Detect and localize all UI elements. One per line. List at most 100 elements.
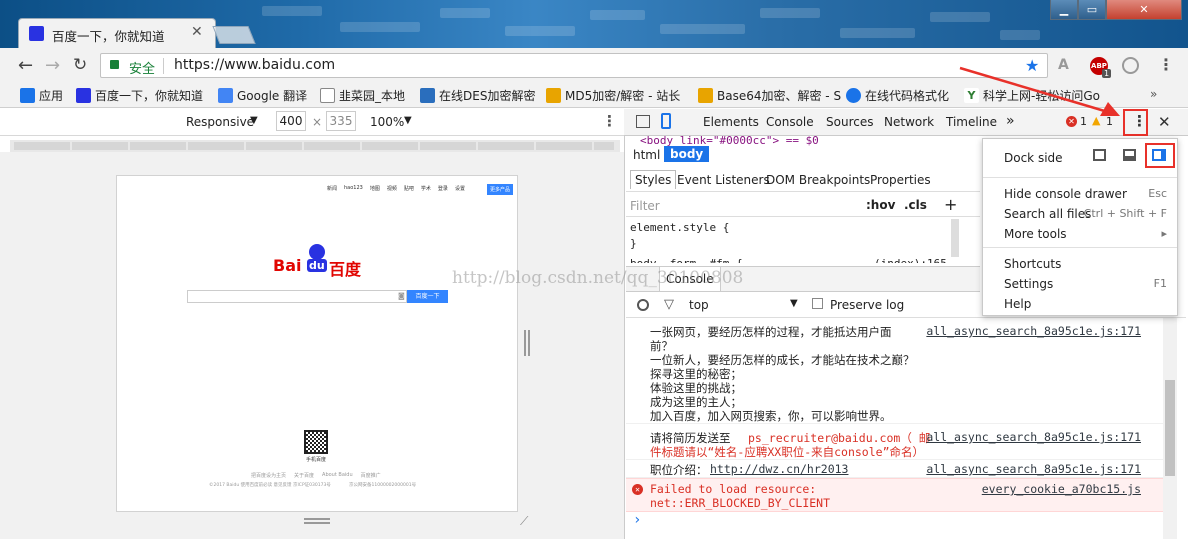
bookmark-item[interactable]: 在线DES加密解密 (420, 82, 535, 108)
footer-link[interactable]: About Baidu (322, 472, 353, 479)
baidu-footer-links: 把百度设为主页 关于百度 About Baidu 百度推广 (251, 472, 381, 479)
new-rule-button[interactable]: + (944, 195, 957, 214)
message-source-link[interactable]: every_cookie_a70bc15.js (982, 482, 1141, 496)
devtools-menu-icon[interactable]: ⋮ (1132, 112, 1147, 130)
footer-link[interactable]: 百度推广 (361, 472, 381, 479)
security-label: 安全 (129, 62, 156, 77)
filter-icon[interactable]: ▽ (664, 297, 674, 312)
device-toggle-icon[interactable] (661, 113, 671, 129)
baidu-nav-link[interactable]: 登录 (438, 185, 448, 192)
baidu-nav-link[interactable]: hao123 (344, 185, 363, 192)
resize-corner-icon[interactable]: ⟋ (520, 514, 528, 529)
apps-grid-icon (20, 87, 35, 103)
chevron-down-icon: ▼ (404, 115, 412, 126)
baidu-nav-link[interactable]: 设置 (455, 185, 465, 192)
bookmark-item[interactable]: 在线代码格式化 (846, 82, 949, 108)
styles-scrollbar[interactable] (951, 219, 959, 257)
address-bar[interactable]: 安全 https://www.baidu.com ★ (100, 53, 1048, 78)
media-query-bars[interactable] (10, 140, 620, 152)
back-arrow-icon[interactable]: ← (18, 55, 33, 76)
minimize-button[interactable]: ▁ (1050, 0, 1078, 20)
partial-style-rule[interactable]: body, form, #fm { (630, 257, 743, 263)
dock-right-icon[interactable] (1152, 149, 1166, 161)
baidu-search-button[interactable]: 百度一下 (407, 290, 448, 303)
close-devtools-icon[interactable]: ✕ (1158, 113, 1171, 131)
baidu-nav-link[interactable]: 视频 (387, 185, 397, 192)
bookmark-item[interactable]: MD5加密/解密 - 站长 (546, 82, 680, 108)
tab-elements[interactable]: Elements (703, 115, 759, 129)
blog-watermark: http://blog.csdn.net/qq_30100808 (452, 268, 744, 288)
device-width-input[interactable]: 400 (276, 111, 306, 131)
baidu-nav-link[interactable]: 地图 (370, 185, 380, 192)
media-query-bar[interactable] (14, 142, 614, 150)
device-more-icon[interactable]: ⋮ (602, 112, 617, 130)
baidu-nav-link[interactable]: 贴吧 (404, 185, 414, 192)
preserve-log-checkbox[interactable] (812, 298, 823, 309)
bookmarks-overflow-icon[interactable]: » (1150, 87, 1157, 101)
bookmark-item[interactable]: 韭菜园_本地 (320, 82, 405, 108)
device-height-input[interactable]: 335 (326, 111, 356, 131)
scrollbar-thumb[interactable] (1165, 380, 1175, 476)
baidu-nav-link[interactable]: 新闻 (327, 185, 337, 192)
baidu-search-input[interactable]: ◙ (187, 290, 407, 303)
more-products-button[interactable]: 更多产品 (487, 184, 514, 195)
footer-link[interactable]: 关于百度 (294, 472, 314, 479)
tab-console[interactable]: Console (766, 115, 814, 129)
class-toggle-button[interactable]: .cls (904, 198, 927, 212)
maximize-button[interactable]: ▭ (1078, 0, 1106, 20)
console-prompt[interactable]: › (633, 512, 641, 528)
styles-filter-input[interactable]: Filter (630, 199, 660, 213)
bookmark-label: MD5加密/解密 - 站长 (565, 88, 681, 103)
message-source-link[interactable]: all_async_search_8a95c1e.js:171 (926, 430, 1141, 444)
tab-dom-breakpoints[interactable]: DOM Breakpoints (766, 173, 870, 187)
footer-link[interactable]: 把百度设为主页 (251, 472, 286, 479)
menu-item-shortcuts[interactable]: Shortcuts (1004, 257, 1061, 271)
zoom-select[interactable]: 100% (370, 115, 404, 129)
message-source-link[interactable]: all_async_search_8a95c1e.js:171 (926, 462, 1141, 476)
resize-handle-right[interactable] (524, 330, 530, 356)
undock-icon[interactable] (1093, 149, 1106, 161)
bookmark-item[interactable]: 应用 (20, 82, 63, 108)
submenu-arrow-icon: ▸ (1161, 227, 1167, 240)
chrome-menu-icon[interactable]: ⋮ (1158, 55, 1174, 74)
context-select[interactable]: top (689, 298, 709, 312)
element-style-rule[interactable]: element.style { (630, 221, 729, 234)
menu-item-more-tools[interactable]: More tools (1004, 227, 1067, 241)
bookmark-item[interactable]: Base64加密、解密 - S (698, 82, 841, 108)
dock-bottom-icon[interactable] (1123, 149, 1136, 161)
tab-event-listeners[interactable]: Event Listeners (677, 173, 770, 187)
times-sign: × (312, 115, 323, 129)
browser-tab[interactable]: 百度一下，你就知道 ✕ (18, 18, 216, 48)
tab-network[interactable]: Network (884, 115, 934, 129)
menu-item-search-all-files[interactable]: Search all files (1004, 207, 1091, 221)
forward-arrow-icon[interactable]: → (45, 55, 60, 76)
baidu-nav-link[interactable]: 学术 (421, 185, 431, 192)
tab-properties[interactable]: Properties (870, 173, 931, 187)
crumb-body[interactable]: body (664, 146, 710, 162)
tab-styles[interactable]: Styles (630, 170, 677, 189)
bookmark-item[interactable]: Google 翻译 (218, 82, 307, 108)
device-mode-select[interactable]: Responsive (186, 115, 254, 129)
menu-item-hide-console-drawer[interactable]: Hide console drawer (1004, 187, 1127, 201)
menu-item-help[interactable]: Help (1004, 297, 1031, 311)
resize-handle-bottom[interactable] (304, 518, 330, 524)
bookmark-item[interactable]: 百度一下，你就知道 (76, 82, 203, 108)
error-text: Failed to load resource: (650, 482, 817, 496)
bookmark-label: 韭菜园_本地 (339, 88, 406, 103)
hover-state-button[interactable]: :hov (866, 198, 895, 212)
console-url-link[interactable]: http://dwz.cn/hr2013 (710, 462, 848, 476)
reload-icon[interactable]: ↻ (73, 55, 87, 75)
url-text[interactable]: https://www.baidu.com (174, 57, 335, 73)
tab-sources[interactable]: Sources (826, 115, 873, 129)
message-source-link[interactable]: all_async_search_8a95c1e.js:171 (926, 324, 1141, 338)
new-tab-button[interactable] (212, 26, 256, 44)
menu-item-settings[interactable]: Settings (1004, 277, 1053, 291)
tab-close-icon[interactable]: ✕ (191, 24, 203, 40)
clear-console-icon[interactable] (637, 299, 649, 311)
crumb-html[interactable]: html (633, 148, 660, 162)
partial-rule-source[interactable]: (index):165 (874, 257, 947, 263)
inspect-element-icon[interactable] (636, 115, 650, 128)
close-window-button[interactable]: ✕ (1106, 0, 1182, 20)
camera-icon[interactable]: ◙ (398, 292, 405, 300)
console-scrollbar[interactable] (1163, 318, 1177, 539)
